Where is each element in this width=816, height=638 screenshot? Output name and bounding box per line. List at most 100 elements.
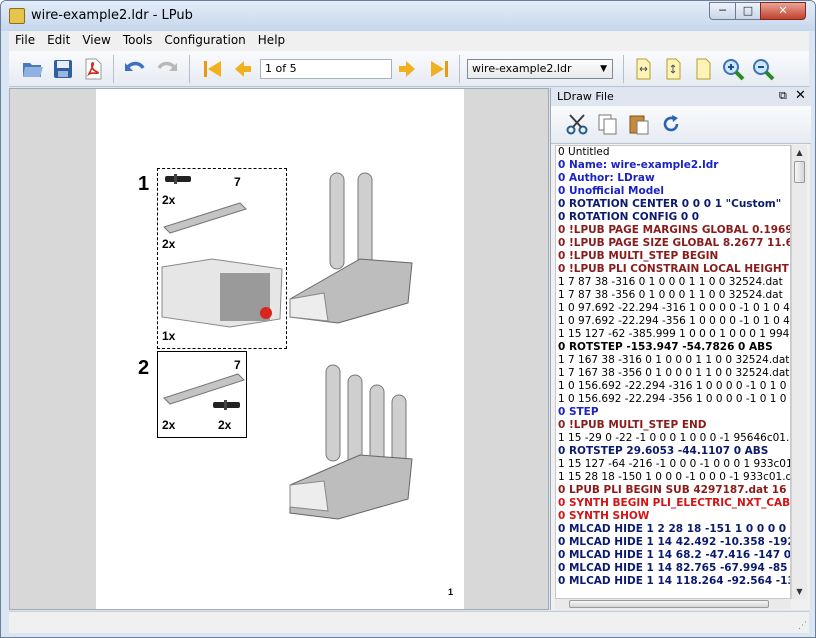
code-line[interactable]: 0 Unofficial Model [556, 185, 790, 198]
code-line[interactable]: 1 0 156.692 -22.294 -356 1 0 0 0 0 -1 0 … [556, 393, 790, 406]
zoom-out-icon[interactable] [751, 57, 775, 81]
menu-tools[interactable]: Tools [117, 31, 159, 47]
fit-visible-icon[interactable] [661, 57, 685, 81]
status-bar: ⋰ [9, 611, 809, 633]
toolbar-separator [113, 55, 114, 83]
code-line[interactable]: 0 !LPUB PAGE MARGINS GLOBAL 0.1969 0.1 [556, 224, 790, 237]
first-page-icon[interactable] [201, 57, 225, 81]
redraw-icon[interactable] [659, 112, 683, 136]
code-line[interactable]: 0 MLCAD HIDE 1 14 42.492 -10.358 -192 -0 [556, 536, 790, 549]
code-line[interactable]: 0 SYNTH BEGIN PLI_ELECTRIC_NXT_CABLE_ [556, 497, 790, 510]
undo-icon[interactable] [123, 57, 147, 81]
code-line[interactable]: 0 ROTSTEP -153.947 -54.7826 0 ABS [556, 341, 790, 354]
close-button[interactable]: ✕ [760, 2, 806, 20]
dock-header: LDraw File ⧉ ✕ [551, 88, 811, 106]
axle-pin-part [213, 400, 240, 410]
close-dock-button[interactable]: ✕ [795, 88, 806, 103]
code-line[interactable]: 1 15 28 18 -150 1 0 0 0 -1 0 0 0 -1 933c… [556, 471, 790, 484]
code-line[interactable]: 0 Untitled [556, 146, 790, 159]
ldraw-file-dock: LDraw File ⧉ ✕ 0 Untitled 0 Name: wire-ex… [550, 88, 811, 610]
toolbar-separator [459, 55, 460, 83]
dock-toolbar [551, 106, 811, 144]
code-line[interactable]: 0 STEP [556, 406, 790, 419]
step-number[interactable]: 2 [138, 357, 149, 380]
menu-edit[interactable]: Edit [41, 31, 76, 47]
scroll-thumb[interactable] [794, 161, 805, 183]
last-page-icon[interactable] [427, 57, 451, 81]
redo-icon[interactable] [155, 57, 179, 81]
parts-list-box[interactable]: 7 2x 2x [157, 351, 247, 438]
pdf-icon[interactable] [81, 57, 105, 81]
chevron-down-icon: ▼ [600, 64, 607, 74]
code-line[interactable]: 0 ROTATION CONFIG 0 0 [556, 211, 790, 224]
code-line[interactable]: 0 MLCAD HIDE 1 14 82.765 -67.994 -85 -0. [556, 562, 790, 575]
previous-page-icon[interactable] [231, 57, 255, 81]
instruction-page: 1 7 2x 2x 1x 2 7 2x 2x 1 [96, 89, 464, 609]
maximize-button[interactable]: □ [735, 2, 761, 20]
menu-bar: File Edit View Tools Configuration Help [9, 31, 809, 51]
toolbar-separator [189, 55, 190, 83]
zoom-in-icon[interactable] [721, 57, 745, 81]
menu-file[interactable]: File [9, 31, 41, 47]
axle-pin-part [165, 174, 191, 184]
code-line[interactable]: 0 ROTSTEP 29.6053 -44.1107 0 ABS [556, 445, 790, 458]
scroll-up-arrow[interactable]: ▲ [792, 145, 807, 160]
scroll-thumb[interactable] [569, 600, 769, 608]
code-line[interactable]: 1 7 167 38 -316 0 1 0 0 0 1 1 0 0 32524.… [556, 354, 790, 367]
toolbar-separator [623, 55, 624, 83]
code-line[interactable]: 0 !LPUB MULTI_STEP END [556, 419, 790, 432]
resize-grip-icon[interactable]: ⋰ [798, 621, 807, 631]
pli-quantity: 2x [162, 237, 176, 251]
code-line[interactable]: 0 ROTATION CENTER 0 0 0 1 "Custom" [556, 198, 790, 211]
code-line[interactable]: 1 15 127 -64 -216 -1 0 0 0 -1 0 0 0 1 93… [556, 458, 790, 471]
ldraw-text-editor[interactable]: 0 Untitled 0 Name: wire-example2.ldr 0 Aut… [555, 145, 791, 599]
minimize-button[interactable]: ─ [709, 2, 736, 20]
menu-help[interactable]: Help [252, 31, 291, 47]
code-line[interactable]: 0 Name: wire-example2.ldr [556, 159, 790, 172]
float-dock-button[interactable]: ⧉ [779, 89, 787, 103]
parts-list-box[interactable]: 7 2x 2x 1x [157, 168, 287, 349]
assembly-image [289, 364, 413, 520]
code-line[interactable]: 0 MLCAD HIDE 1 2 28 18 -151 1 0 0 0 0 -1… [556, 523, 790, 536]
window-title: wire-example2.ldr - LPub [31, 8, 193, 23]
copy-icon[interactable] [595, 112, 619, 136]
code-line[interactable]: 0 Author: LDraw [556, 172, 790, 185]
horizontal-scrollbar[interactable] [555, 599, 791, 609]
open-icon[interactable] [21, 57, 45, 81]
code-line[interactable]: 0 MLCAD HIDE 1 14 118.264 -92.564 -134 - [556, 575, 790, 588]
next-page-icon[interactable] [395, 57, 419, 81]
code-line[interactable]: 1 7 87 38 -316 0 1 0 0 0 1 1 0 0 32524.d… [556, 276, 790, 289]
vertical-scrollbar[interactable]: ▲ ▼ [791, 145, 807, 599]
paste-icon[interactable] [627, 112, 651, 136]
fit-width-icon[interactable] [631, 57, 655, 81]
code-line[interactable]: 0 !LPUB PAGE SIZE GLOBAL 8.2677 11.6929 [556, 237, 790, 250]
code-line[interactable]: 0 SYNTH SHOW [556, 510, 790, 523]
page-view[interactable]: 1 7 2x 2x 1x 2 7 2x 2x 1 [9, 88, 549, 610]
actual-size-icon[interactable] [691, 57, 715, 81]
code-line[interactable]: 0 !LPUB PLI CONSTRAIN LOCAL HEIGHT 4.1 [556, 263, 790, 276]
step-number[interactable]: 1 [138, 173, 149, 196]
code-line[interactable]: 1 15 127 -62 -385.999 1 0 0 0 1 0 0 0 1 … [556, 328, 790, 341]
pli-quantity: 1x [162, 329, 176, 343]
code-line[interactable]: 0 !LPUB MULTI_STEP BEGIN [556, 250, 790, 263]
code-line[interactable]: 0 MLCAD HIDE 1 14 68.2 -47.416 -147 0 0 … [556, 549, 790, 562]
code-line[interactable]: 1 0 97.692 -22.294 -356 1 0 0 0 0 -1 0 1… [556, 315, 790, 328]
cut-icon[interactable] [565, 112, 589, 136]
motor-part [161, 258, 283, 328]
file-select[interactable]: wire-example2.ldr ▼ [467, 59, 613, 79]
menu-configuration[interactable]: Configuration [158, 31, 251, 47]
file-select-value: wire-example2.ldr [472, 62, 572, 75]
title-bar: wire-example2.ldr - LPub ─ □ ✕ [1, 1, 815, 31]
code-line[interactable]: 1 0 156.692 -22.294 -316 1 0 0 0 0 -1 0 … [556, 380, 790, 393]
scroll-down-arrow[interactable]: ▼ [792, 584, 807, 599]
menu-view[interactable]: View [76, 31, 116, 47]
pli-quantity: 2x [218, 418, 232, 432]
code-line[interactable]: 1 0 97.692 -22.294 -316 1 0 0 0 0 -1 0 1… [556, 302, 790, 315]
dock-title: LDraw File [557, 90, 614, 103]
save-icon[interactable] [51, 57, 75, 81]
code-line[interactable]: 1 7 167 38 -356 0 1 0 0 0 1 1 0 0 32524.… [556, 367, 790, 380]
code-line[interactable]: 0 LPUB PLI BEGIN SUB 4297187.dat 16 [556, 484, 790, 497]
code-line[interactable]: 1 15 -29 0 -22 -1 0 0 0 1 0 0 0 -1 95646… [556, 432, 790, 445]
code-line[interactable]: 1 7 87 38 -356 0 1 0 0 0 1 1 0 0 32524.d… [556, 289, 790, 302]
page-number-input[interactable]: 1 of 5 [260, 59, 392, 79]
